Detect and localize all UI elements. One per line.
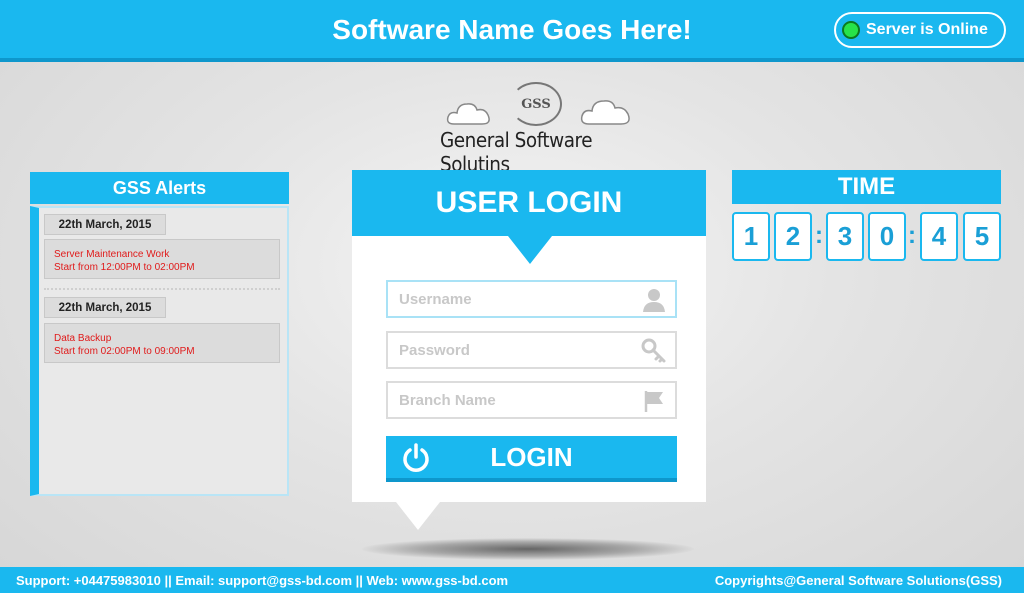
password-input[interactable] <box>388 333 675 367</box>
cloud-icon <box>580 100 630 125</box>
login-title: USER LOGIN <box>352 170 706 236</box>
alert-date: 22th March, 2015 <box>44 297 166 318</box>
alert-item[interactable]: Server Maintenance Work Start from 12:00… <box>44 239 280 279</box>
gss-logo-mark: GSS <box>510 82 562 126</box>
time-digit: 0 <box>868 212 906 261</box>
flag-icon <box>644 391 663 412</box>
alert-date: 22th March, 2015 <box>44 214 166 235</box>
company-name: General Software Solutins <box>440 128 593 176</box>
time-digit: 5 <box>963 212 1001 261</box>
alert-detail: Start from 02:00PM to 09:00PM <box>54 346 195 357</box>
login-card-shadow <box>362 538 694 560</box>
time-title: TIME <box>732 170 1001 204</box>
password-field[interactable] <box>386 331 677 369</box>
branch-field[interactable] <box>386 381 677 419</box>
status-indicator-icon <box>842 21 860 39</box>
alerts-title: GSS Alerts <box>30 172 289 204</box>
power-icon <box>403 443 429 472</box>
server-status-badge: Server is Online <box>834 12 1006 48</box>
alert-title: Data Backup <box>54 333 112 344</box>
alerts-list[interactable]: 22th March, 2015 Server Maintenance Work… <box>30 206 289 496</box>
login-button[interactable]: LOGIN <box>386 436 677 482</box>
company-logo: GSS General Software Solutins <box>430 78 660 176</box>
time-separator: : <box>815 222 823 249</box>
header-bar: Software Name Goes Here! Server is Onlin… <box>0 0 1024 62</box>
branch-input[interactable] <box>388 383 675 417</box>
time-digit: 3 <box>826 212 864 261</box>
username-input[interactable] <box>388 282 675 316</box>
alert-item[interactable]: Data Backup Start from 02:00PM to 09:00P… <box>44 323 280 363</box>
server-status-text: Server is Online <box>866 21 988 38</box>
time-separator: : <box>908 222 916 249</box>
login-title-pointer <box>508 236 552 264</box>
alert-divider <box>44 288 280 290</box>
cloud-icon <box>446 103 490 125</box>
login-button-label: LOGIN <box>490 441 573 472</box>
alerts-panel: GSS Alerts 22th March, 2015 Server Maint… <box>30 172 289 496</box>
footer-bar: Support: +04475983010 || Email: support@… <box>0 567 1024 593</box>
login-card-pointer <box>396 502 440 530</box>
time-digit: 4 <box>920 212 958 261</box>
username-field[interactable] <box>386 280 677 318</box>
user-icon <box>643 289 665 312</box>
key-icon <box>641 338 666 363</box>
login-card: USER LOGIN LOGIN <box>352 170 706 502</box>
time-digit: 1 <box>732 212 770 261</box>
copyright-text: Copyrights@General Software Solutions(GS… <box>714 573 1002 588</box>
alert-detail: Start from 12:00PM to 02:00PM <box>54 262 195 273</box>
alert-title: Server Maintenance Work <box>54 249 170 260</box>
support-contact: Support: +04475983010 || Email: support@… <box>16 573 509 588</box>
time-digit: 2 <box>774 212 812 261</box>
